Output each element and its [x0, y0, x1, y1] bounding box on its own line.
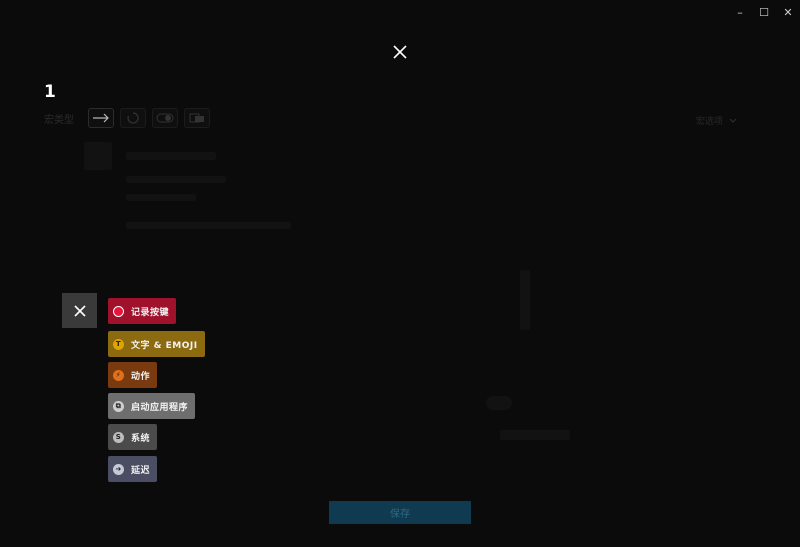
- maximize-button[interactable]: ☐: [752, 2, 776, 22]
- toggle-icon: [156, 113, 174, 123]
- menu-item-record-keys[interactable]: 记录按键: [108, 298, 177, 324]
- background-panel: [486, 396, 512, 410]
- menu-item-text-emoji[interactable]: T 文字 & EMOJI: [108, 331, 205, 357]
- record-icon: [113, 305, 124, 317]
- lightning-icon: ⚡: [113, 369, 124, 381]
- menu-item-label: 记录按键: [131, 307, 170, 318]
- repeat-icon: [127, 112, 139, 124]
- chevron-down-icon: [729, 118, 737, 123]
- system-icon: S: [113, 431, 124, 443]
- type-toggle-button[interactable]: [152, 108, 178, 128]
- close-overlay-button[interactable]: [388, 40, 412, 64]
- menu-item-label: 延迟: [131, 465, 151, 476]
- close-icon: [393, 45, 407, 59]
- type-sequence-button[interactable]: [184, 108, 210, 128]
- app-icon: ⧉: [113, 400, 124, 412]
- menu-item-action[interactable]: ⚡ 动作: [108, 362, 158, 388]
- background-panel: [500, 430, 570, 440]
- type-once-button[interactable]: [88, 108, 114, 128]
- arrow-right-icon: [93, 113, 109, 123]
- macro-type-label: 宏类型: [44, 114, 74, 126]
- menu-item-label: 系统: [131, 433, 151, 444]
- sequence-icon: [189, 113, 204, 123]
- menu-item-label: 启动应用程序: [131, 402, 189, 413]
- delay-icon: ➜: [113, 463, 124, 475]
- text-icon: T: [113, 338, 124, 350]
- type-repeat-button[interactable]: [120, 108, 146, 128]
- minimize-button[interactable]: –: [728, 2, 752, 22]
- menu-item-label: 动作: [131, 371, 151, 382]
- macro-type-row: 宏类型: [44, 108, 210, 128]
- menu-close-button[interactable]: [62, 293, 97, 328]
- save-button[interactable]: 保存: [329, 501, 471, 524]
- macro-options-label: 宏选项: [696, 117, 724, 127]
- macro-title: 1: [44, 82, 56, 102]
- menu-item-delay[interactable]: ➜ 延迟: [108, 456, 158, 482]
- menu-item-launch-app[interactable]: ⧉ 启动应用程序: [108, 393, 196, 419]
- close-window-button[interactable]: ✕: [776, 2, 800, 22]
- background-panel: [126, 222, 291, 229]
- background-panel: [126, 194, 196, 201]
- close-icon: [73, 304, 86, 317]
- menu-item-system[interactable]: S 系统: [108, 424, 158, 450]
- background-panel: [126, 176, 226, 183]
- window-controls: – ☐ ✕: [728, 2, 800, 22]
- macro-options-dropdown[interactable]: 宏选项: [696, 114, 737, 127]
- background-panel: [84, 142, 112, 170]
- menu-item-label: 文字 & EMOJI: [131, 340, 198, 351]
- background-panel: [520, 270, 530, 330]
- background-panel: [126, 152, 216, 160]
